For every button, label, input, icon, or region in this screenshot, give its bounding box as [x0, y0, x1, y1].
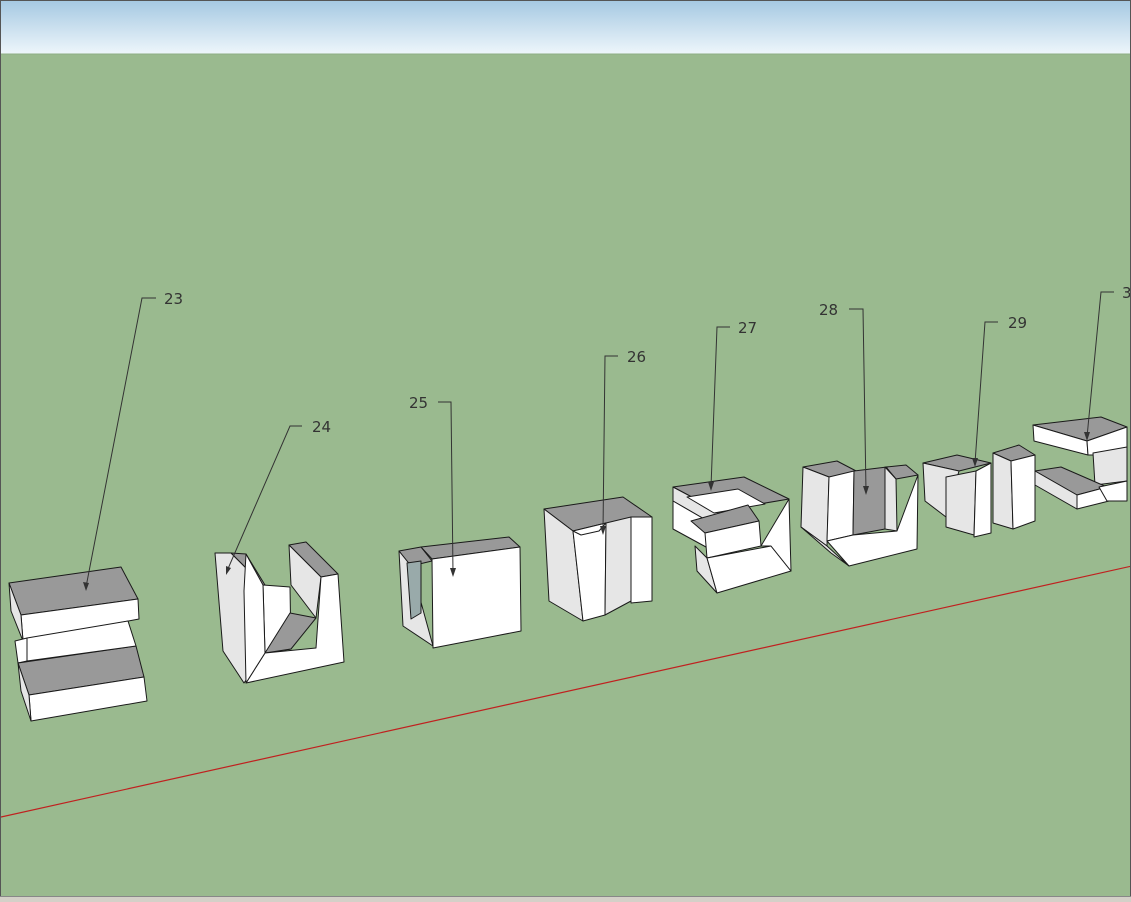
callout-label-26: 26: [627, 348, 646, 366]
callout-label-28: 28: [819, 301, 838, 319]
3d-viewport[interactable]: 23 24 25 26 27 28 29 3: [0, 0, 1131, 901]
model-23[interactable]: [8, 566, 148, 722]
callout-label-29: 29: [1008, 314, 1027, 332]
callout-label-23: 23: [164, 290, 183, 308]
status-bar: [0, 896, 1131, 902]
callout-label-30: 3: [1122, 284, 1131, 302]
model-26[interactable]: [543, 496, 653, 622]
model-25[interactable]: [398, 536, 522, 649]
callout-label-27: 27: [738, 319, 757, 337]
callout-label-24: 24: [312, 418, 331, 436]
callout-label-25: 25: [409, 394, 428, 412]
sky: [1, 1, 1130, 54]
